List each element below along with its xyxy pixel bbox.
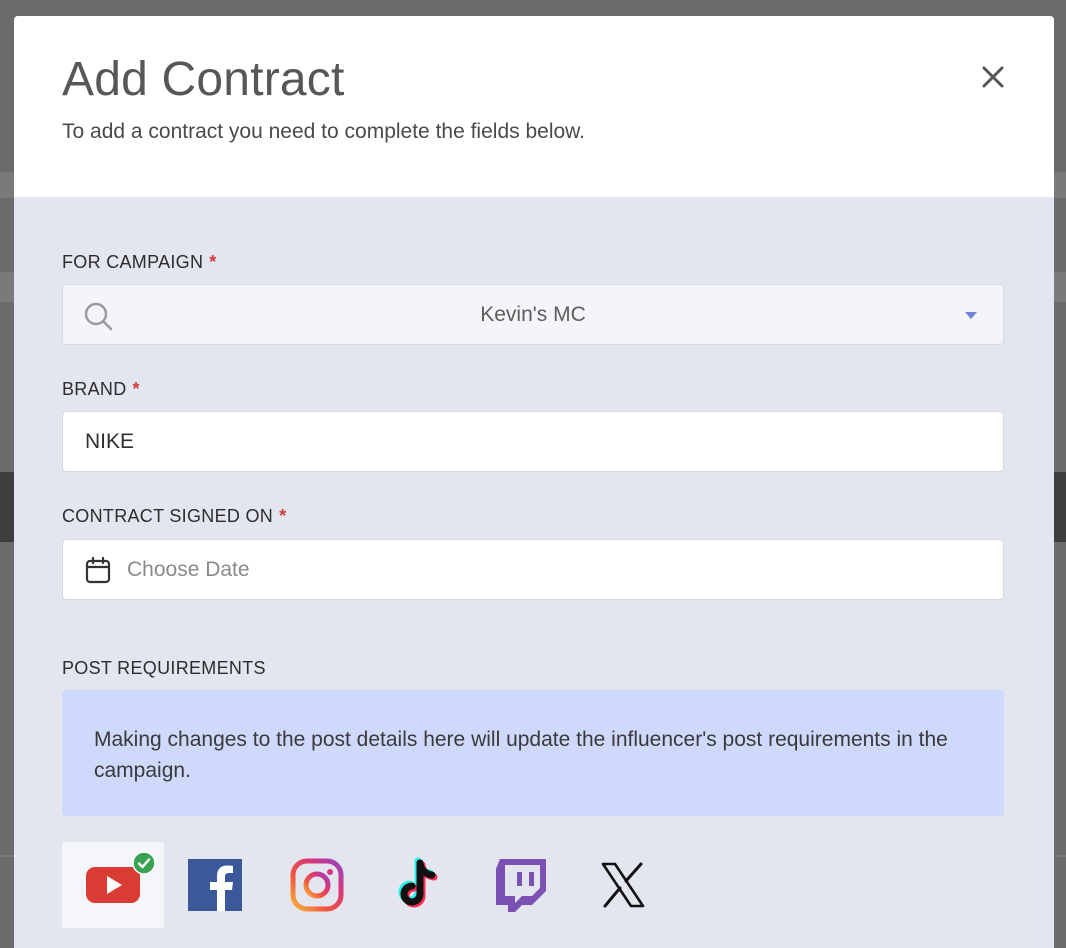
platform-instagram[interactable] bbox=[266, 842, 368, 928]
platform-twitch[interactable] bbox=[470, 842, 572, 928]
required-marker: * bbox=[209, 252, 217, 272]
check-circle-icon bbox=[132, 851, 156, 875]
platform-facebook[interactable] bbox=[164, 842, 266, 928]
chevron-down-icon[interactable] bbox=[965, 312, 977, 319]
facebook-icon bbox=[188, 859, 242, 911]
platform-x[interactable] bbox=[572, 842, 674, 928]
close-button[interactable] bbox=[976, 60, 1010, 94]
brand-field[interactable]: NIKE bbox=[62, 411, 1004, 472]
platform-selector bbox=[62, 842, 674, 928]
modal-header: Add Contract To add a contract you need … bbox=[14, 16, 1054, 197]
add-contract-modal: Add Contract To add a contract you need … bbox=[14, 16, 1054, 948]
post-requirements-label: POST REQUIREMENTS bbox=[62, 658, 266, 678]
date-picker-field[interactable]: Choose Date bbox=[62, 539, 1004, 600]
brand-label-text: BRAND bbox=[62, 379, 127, 399]
notice-text: Making changes to the post details here … bbox=[94, 728, 948, 782]
campaign-select[interactable]: Kevin's MC bbox=[62, 284, 1004, 345]
x-icon bbox=[601, 862, 645, 908]
required-marker: * bbox=[279, 506, 287, 526]
required-marker: * bbox=[132, 379, 140, 399]
brand-label: BRAND * bbox=[62, 379, 140, 400]
instagram-icon bbox=[290, 858, 344, 912]
campaign-selected-value: Kevin's MC bbox=[480, 303, 586, 326]
signed-on-label-text: CONTRACT SIGNED ON bbox=[62, 506, 274, 526]
campaign-label: FOR CAMPAIGN * bbox=[62, 252, 217, 273]
platform-youtube[interactable] bbox=[62, 842, 164, 928]
brand-input-value[interactable]: NIKE bbox=[85, 430, 965, 454]
info-notice: Making changes to the post details here … bbox=[62, 690, 1004, 816]
close-icon bbox=[982, 66, 1004, 88]
modal-subtitle: To add a contract you need to complete t… bbox=[62, 120, 586, 143]
twitch-icon bbox=[496, 859, 546, 912]
calendar-icon bbox=[85, 556, 111, 584]
platform-tiktok[interactable] bbox=[368, 842, 470, 928]
date-placeholder: Choose Date bbox=[127, 558, 250, 581]
tiktok-icon bbox=[398, 857, 438, 908]
signed-on-label: CONTRACT SIGNED ON * bbox=[62, 506, 286, 527]
campaign-label-text: FOR CAMPAIGN bbox=[62, 252, 204, 272]
modal-title: Add Contract bbox=[62, 53, 345, 106]
